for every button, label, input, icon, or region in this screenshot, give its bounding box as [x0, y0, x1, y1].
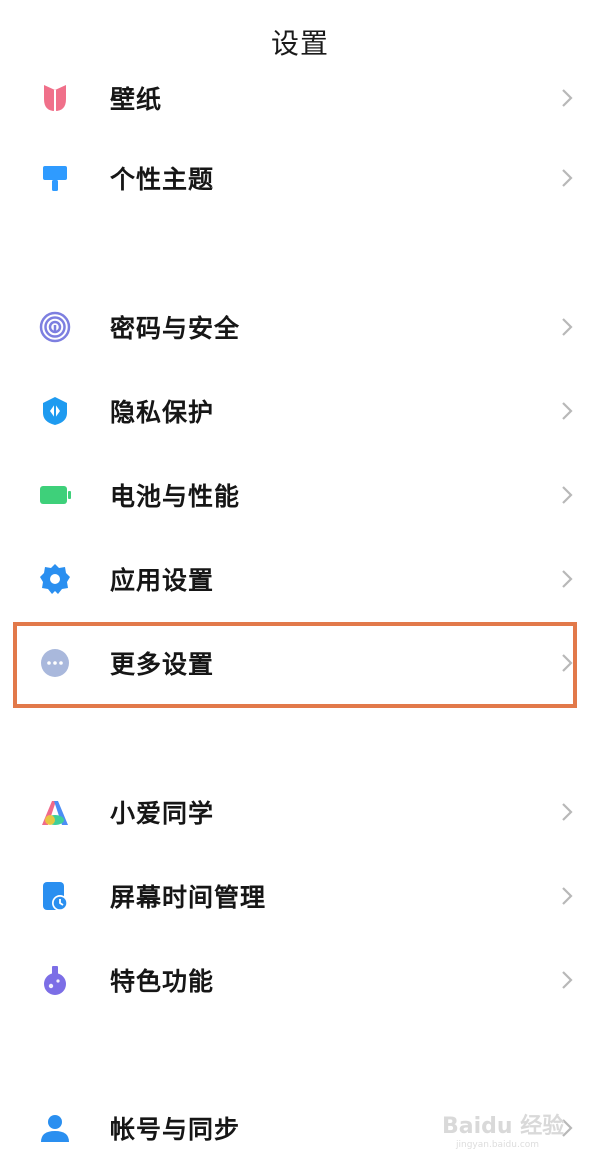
- settings-item-label: 特色功能: [110, 967, 215, 996]
- account-icon: [38, 1111, 72, 1145]
- chevron-right-icon: [562, 486, 573, 504]
- privacy-shield-icon: [38, 394, 72, 428]
- battery-icon: [38, 478, 72, 512]
- chevron-right-icon: [562, 89, 573, 107]
- settings-item-label: 应用设置: [110, 566, 215, 595]
- settings-item-security[interactable]: 密码与安全: [0, 287, 600, 367]
- settings-item-features[interactable]: 特色功能: [0, 940, 600, 1020]
- chevron-right-icon: [562, 803, 573, 821]
- settings-item-xiaoai[interactable]: 小爱同学: [0, 772, 600, 852]
- chevron-right-icon: [562, 318, 573, 336]
- settings-item-wallpaper[interactable]: 壁纸: [0, 58, 600, 138]
- fingerprint-icon: [38, 310, 72, 344]
- chevron-right-icon: [562, 570, 573, 588]
- page-title: 设置: [270, 27, 329, 60]
- settings-item-privacy[interactable]: 隐私保护: [0, 371, 600, 451]
- settings-item-label: 隐私保护: [110, 398, 215, 427]
- settings-item-label: 壁纸: [110, 85, 163, 114]
- screen-time-icon: [38, 879, 72, 913]
- chevron-right-icon: [562, 169, 573, 187]
- gear-icon: [38, 562, 72, 596]
- settings-item-label: 小爱同学: [110, 799, 215, 828]
- watermark-logo: Baidu 经验 jingyan.baidu.com: [442, 1113, 564, 1150]
- baidu-jingyan-watermark: Baidu 经验 jingyan.baidu.com: [438, 1103, 578, 1151]
- chevron-right-icon: [562, 402, 573, 420]
- svg-text:Baidu 经验: Baidu 经验: [442, 1113, 564, 1139]
- highlight-box: [13, 622, 577, 708]
- settings-item-apps[interactable]: 应用设置: [0, 539, 600, 619]
- xiaoai-assistant-icon: [38, 795, 72, 829]
- special-features-icon: [38, 963, 72, 997]
- settings-item-label: 个性主题: [110, 165, 215, 194]
- settings-item-label: 电池与性能: [110, 482, 241, 511]
- settings-item-label: 帐号与同步: [110, 1115, 241, 1144]
- settings-item-battery[interactable]: 电池与性能: [0, 455, 600, 535]
- settings-item-theme[interactable]: 个性主题: [0, 138, 600, 218]
- svg-text:jingyan.baidu.com: jingyan.baidu.com: [455, 1140, 539, 1150]
- theme-brush-icon: [38, 161, 72, 195]
- settings-item-label: 密码与安全: [110, 314, 241, 343]
- wallpaper-icon: [38, 81, 72, 115]
- settings-item-screentime[interactable]: 屏幕时间管理: [0, 856, 600, 936]
- settings-item-label: 屏幕时间管理: [110, 883, 267, 912]
- chevron-right-icon: [562, 971, 573, 989]
- chevron-right-icon: [562, 887, 573, 905]
